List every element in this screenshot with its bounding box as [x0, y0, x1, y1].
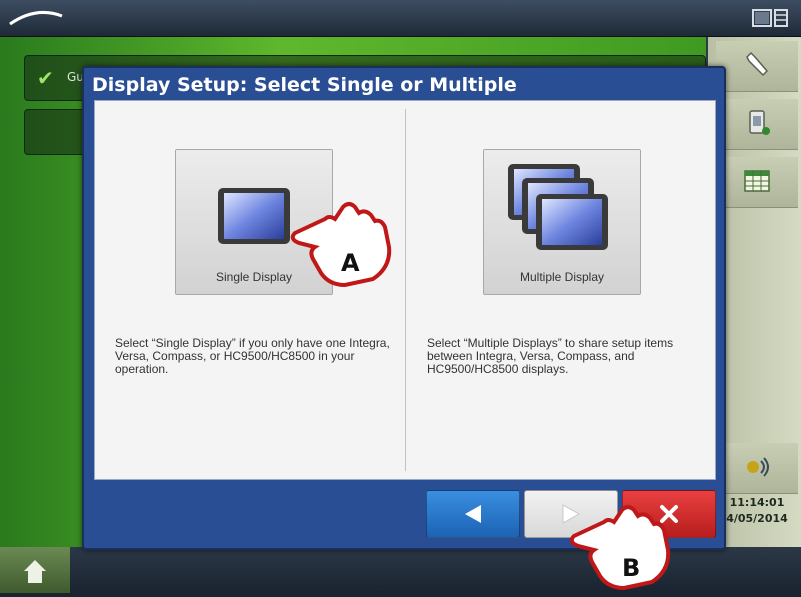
pointing-hand-icon: B — [569, 505, 671, 591]
multiple-display-description: Select “Multiple Displays” to share setu… — [427, 336, 674, 376]
callout-b: B — [564, 500, 674, 591]
diagnostics-button[interactable] — [716, 99, 798, 150]
tools-button[interactable] — [716, 41, 798, 92]
column-divider — [405, 109, 406, 471]
clock-time: 11:14:01 — [729, 496, 785, 509]
home-button[interactable] — [0, 547, 70, 593]
device-info-icon — [749, 110, 770, 135]
callout-a: A — [285, 197, 395, 288]
dialog-body: Single Display Multiple Display Select “… — [94, 100, 716, 480]
wrench-icon — [746, 51, 769, 77]
multiple-display-icon — [508, 164, 608, 250]
clock-display: 11:14:01 4/05/2014 — [716, 495, 798, 543]
single-display-description: Select “Single Display” if you only have… — [115, 336, 390, 376]
gps-signal-icon — [747, 457, 769, 477]
checkmark-icon: ✔ — [37, 66, 54, 90]
table-icon — [744, 170, 770, 192]
home-icon — [24, 560, 46, 583]
clock-date: 4/05/2014 — [726, 512, 788, 525]
dialog-title: Display Setup: Select Single or Multiple — [92, 74, 517, 96]
summary-button[interactable] — [716, 157, 798, 208]
gps-status-button[interactable] — [716, 443, 798, 494]
display-setup-dialog: Display Setup: Select Single or Multiple… — [82, 66, 726, 550]
brand-logo — [6, 6, 66, 30]
bottom-bar — [0, 547, 801, 593]
multiple-display-label: Multiple Display — [519, 270, 605, 284]
multiple-display-button[interactable]: Multiple Display — [483, 149, 641, 295]
pointing-hand-icon: A — [290, 202, 392, 288]
back-button[interactable] — [426, 490, 520, 538]
callout-b-text: B — [622, 554, 640, 582]
screen-layout-icon[interactable] — [751, 7, 791, 29]
brand-logo-graphic — [9, 10, 63, 26]
callout-a-text: A — [341, 249, 360, 277]
left-arrow-icon — [465, 505, 481, 523]
top-bar — [0, 0, 801, 37]
